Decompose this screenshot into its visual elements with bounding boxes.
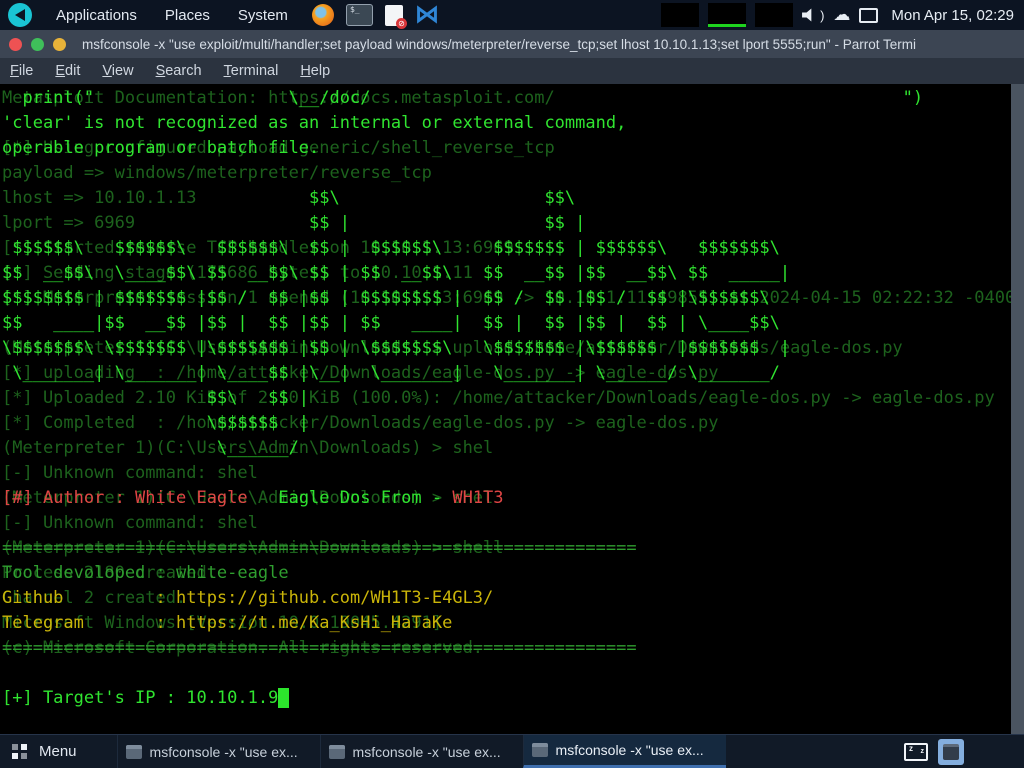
terminal-line: \$$$$$$$\ \$$$$$$$ |\$$$$$$$ |$$ | \$$$$… (2, 336, 923, 361)
close-button[interactable] (9, 38, 22, 51)
volume-wave-icon: ) (820, 8, 824, 23)
terminal-line: print(" \__/doc/ ") (2, 86, 923, 111)
system-tray: zz (904, 735, 1024, 768)
terminal-tray-icon[interactable] (938, 739, 964, 765)
terminal-line: operable program or batch file. (2, 136, 923, 161)
terminal-line: [+] Target's IP : 10.10.1.9 (2, 686, 923, 711)
menubar-item-edit[interactable]: Edit (44, 63, 91, 79)
workspace-2-active[interactable] (708, 3, 746, 27)
taskbar-window-button-1[interactable]: msfconsole -x "use ex... (117, 735, 320, 768)
window-menubar: FileEditViewSearchTerminalHelp (0, 58, 1024, 84)
workspace-1[interactable] (661, 3, 699, 27)
terminal-line: Telegram : https://t.me/Ka_KsHi_HaTaKe (2, 611, 923, 636)
terminal-line: ========================================… (2, 636, 923, 661)
menubar-item-file[interactable]: File (0, 63, 44, 79)
panel-right: ) ☁ Mon Apr 15, 02:29 (661, 3, 1024, 27)
terminal-scrollbar[interactable] (1011, 84, 1024, 735)
taskbar-window-button-2[interactable]: msfconsole -x "use ex... (320, 735, 523, 768)
top-panel: Applications Places System $_ ⊘ ⋈ ) ☁ Mo… (0, 0, 1024, 30)
terminal-window-icon (329, 745, 345, 759)
terminal-line: $$$$$$$$ | $$$$$$$ |$$ / $$ |$$ | $$$$$$… (2, 286, 923, 311)
terminal-line: $$\ $$ | (2, 386, 923, 411)
menubar-item-search[interactable]: Search (145, 63, 213, 79)
menubar-item-terminal[interactable]: Terminal (213, 63, 290, 79)
blocked-badge-icon: ⊘ (396, 18, 407, 29)
menubar-item-help[interactable]: Help (289, 63, 341, 79)
window-titlebar[interactable]: msfconsole -x "use exploit/multi/handler… (0, 30, 1024, 58)
terminal-line: $$$$$$\ $$$$$$\ $$$$$$\ $$ | $$$$$$\ $$$… (2, 236, 923, 261)
keyboard-indicator-icon[interactable]: zz (904, 743, 928, 761)
terminal-line (2, 161, 923, 186)
terminal-text-layer: print(" \__/doc/ ")'clear' is not recogn… (2, 86, 923, 711)
terminal-line: Tool devoloped : white-eagle (2, 561, 923, 586)
parrot-logo-icon[interactable] (8, 3, 32, 27)
menu-places[interactable]: Places (151, 7, 224, 24)
task-list: msfconsole -x "use ex... msfconsole -x "u… (117, 735, 726, 768)
taskbar-window-button-3[interactable]: msfconsole -x "use ex... (523, 735, 726, 768)
launcher-icons: $_ ⊘ ⋈ (312, 4, 439, 26)
vscode-icon[interactable]: ⋈ (415, 4, 439, 26)
terminal-line: \______/ (2, 436, 923, 461)
menu-system[interactable]: System (224, 7, 302, 24)
maximize-button[interactable] (31, 38, 44, 51)
cloud-sync-icon[interactable]: ☁ (833, 5, 850, 25)
terminal-line: $$ ____|$$ __$$ |$$ | $$ |$$ | $$ ____| … (2, 311, 923, 336)
terminal-line: $$ | $$ | (2, 211, 923, 236)
taskbar: Menu msfconsole -x "use ex...msfconsole … (0, 734, 1024, 768)
firefox-icon[interactable] (312, 4, 334, 26)
minimize-button[interactable] (53, 38, 66, 51)
taskbar-window-label: msfconsole -x "use ex... (353, 744, 501, 760)
menu-grid-icon (12, 744, 27, 759)
window-title: msfconsole -x "use exploit/multi/handler… (82, 37, 1022, 52)
terminal-line (2, 661, 923, 686)
terminal-line: $$\ $$\ (2, 186, 923, 211)
taskbar-window-label: msfconsole -x "use ex... (150, 744, 298, 760)
terminal-line (2, 461, 923, 486)
terminal-window-icon (532, 743, 548, 757)
menu-applications[interactable]: Applications (42, 7, 151, 24)
volume-icon[interactable] (802, 8, 817, 22)
terminal-line: $$ __$$\ \____$$\ $$ __$$\ $$ | $$ __$$\… (2, 261, 923, 286)
terminal-line (2, 511, 923, 536)
taskbar-window-label: msfconsole -x "use ex... (556, 742, 704, 758)
terminal-line: [#] Author : White Eagle Eagle Dos From … (2, 486, 923, 511)
document-icon[interactable]: ⊘ (385, 5, 403, 26)
workspace-3[interactable] (755, 3, 793, 27)
desktop: Applications Places System $_ ⊘ ⋈ ) ☁ Mo… (0, 0, 1024, 768)
terminal-line: Github : https://github.com/WH1T3-E4GL3/ (2, 586, 923, 611)
terminal-line: \_______| \_______| \____$$ |\__| \_____… (2, 361, 923, 386)
terminal-window-icon (126, 745, 142, 759)
terminal-output[interactable]: Metasploit Documentation: https://docs.m… (0, 84, 1011, 735)
menubar-item-view[interactable]: View (91, 63, 144, 79)
start-menu-button[interactable]: Menu (0, 735, 95, 768)
terminal-launcher-icon[interactable]: $_ (346, 4, 373, 26)
terminal-line: ========================================… (2, 536, 923, 561)
menu-label: Menu (39, 743, 77, 760)
display-icon[interactable] (859, 8, 878, 23)
terminal-line: 'clear' is not recognized as an internal… (2, 111, 923, 136)
terminal-mini-icon (943, 744, 959, 760)
clock: Mon Apr 15, 02:29 (891, 7, 1014, 24)
terminal-line: \$$$$$$ | (2, 411, 923, 436)
